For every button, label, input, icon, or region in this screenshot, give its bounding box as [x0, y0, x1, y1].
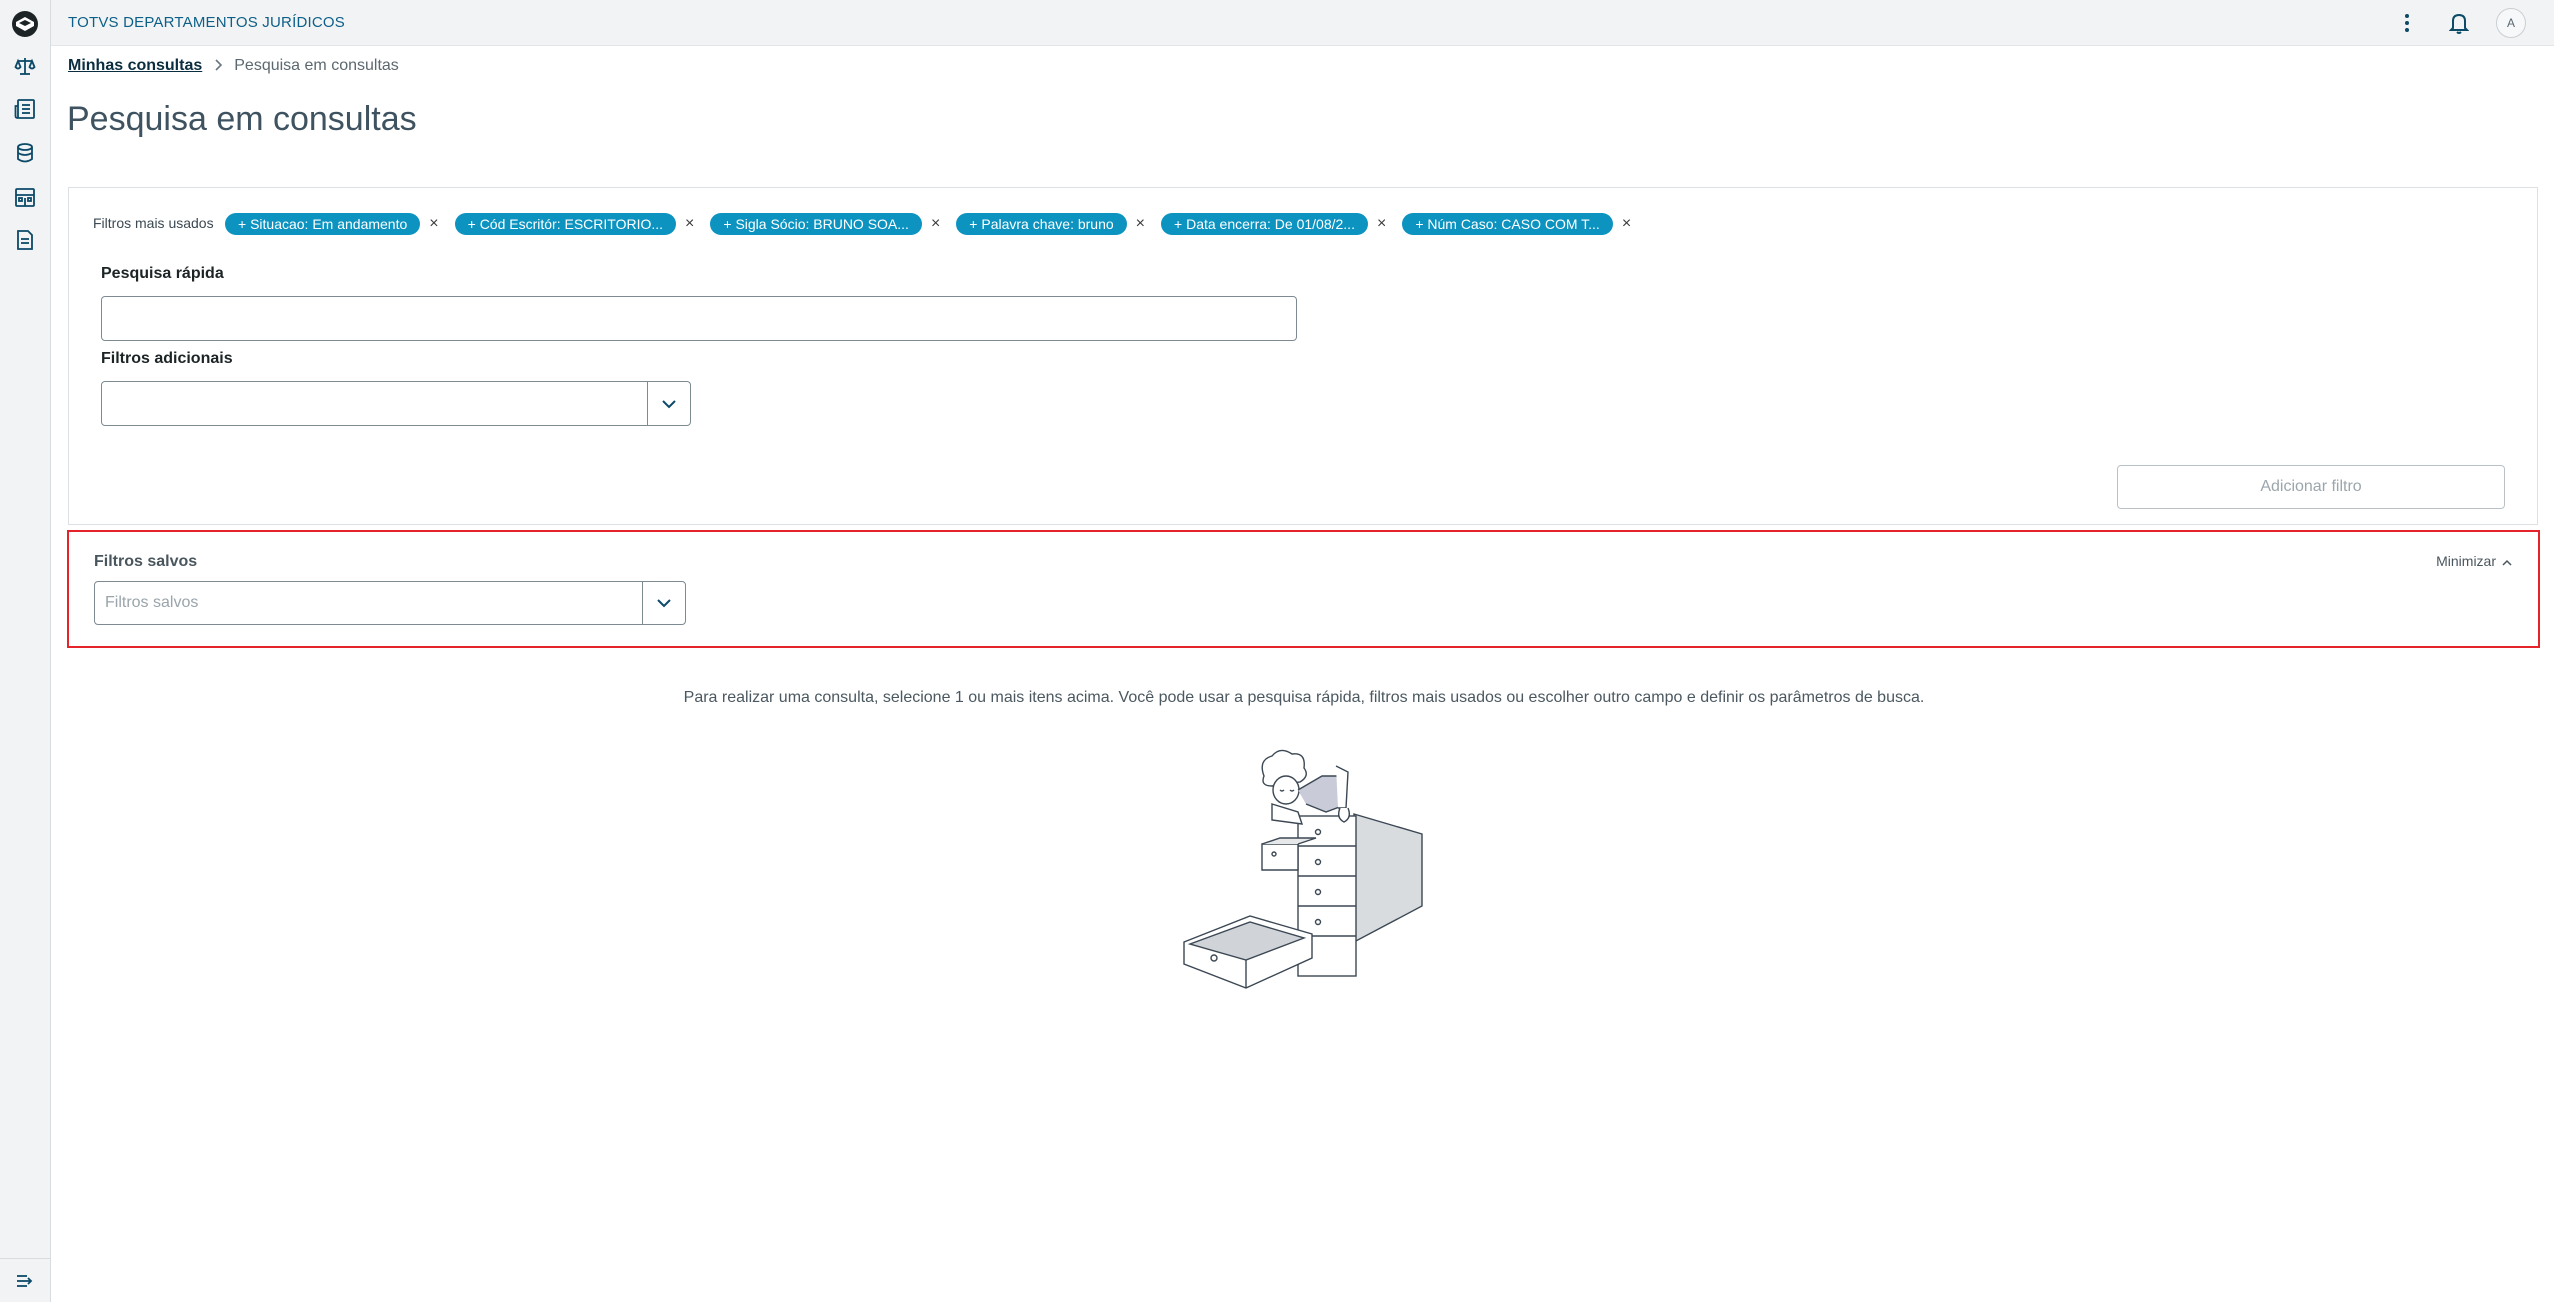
minimize-label: Minimizar: [2436, 553, 2496, 569]
minimize-button[interactable]: Minimizar: [2436, 553, 2512, 569]
saved-filters-placeholder: Filtros salvos: [105, 594, 199, 611]
topbar: TOTVS DEPARTAMENTOS JURÍDICOS A: [51, 0, 2554, 46]
breadcrumb-current: Pesquisa em consultas: [234, 57, 399, 74]
filter-chip[interactable]: + Data encerra: De 01/08/2...: [1161, 213, 1368, 235]
filter-chip[interactable]: + Palavra chave: bruno: [956, 213, 1127, 235]
filter-chip[interactable]: + Núm Caso: CASO COM T...: [1402, 213, 1613, 235]
filter-chip[interactable]: + Sigla Sócio: BRUNO SOA...: [710, 213, 922, 235]
empty-state-hint: Para realizar uma consulta, selecione 1 …: [683, 689, 1925, 706]
filter-panel: Filtros mais usados + Situacao: Em andam…: [68, 187, 2538, 525]
close-icon[interactable]: ×: [1622, 216, 1631, 232]
totvs-logo-icon[interactable]: [10, 9, 40, 39]
close-icon[interactable]: ×: [429, 216, 438, 232]
empty-drawer-illustration: [1176, 746, 1432, 996]
quick-search-input[interactable]: [101, 296, 1297, 341]
chevron-down-icon[interactable]: [647, 382, 690, 425]
topbar-actions: A: [2392, 8, 2526, 38]
add-filter-button[interactable]: Adicionar filtro: [2117, 465, 2505, 509]
bell-icon[interactable]: [2444, 8, 2474, 38]
building-icon[interactable]: [11, 183, 39, 211]
breadcrumb-link-minhas-consultas[interactable]: Minhas consultas: [68, 57, 202, 75]
most-used-filters-label: Filtros mais usados: [93, 215, 214, 231]
chevron-down-icon[interactable]: [642, 582, 685, 624]
close-icon[interactable]: ×: [1377, 216, 1386, 232]
filter-chips: + Situacao: Em andamento × + Cód Escritó…: [225, 213, 1647, 235]
filter-chip[interactable]: + Cód Escritór: ESCRITORIO...: [454, 213, 677, 235]
sidebar: [0, 0, 51, 1302]
breadcrumb: Minhas consultas Pesquisa em consultas: [68, 57, 399, 75]
filter-chip[interactable]: + Situacao: Em andamento: [225, 213, 421, 235]
additional-filters-value: [102, 382, 647, 425]
expand-menu-icon[interactable]: [0, 1258, 50, 1303]
saved-filters-select[interactable]: Filtros salvos: [94, 581, 686, 625]
saved-filters-section: Filtros salvos Minimizar Filtros salvos: [67, 530, 2540, 648]
database-icon[interactable]: [11, 139, 39, 167]
chevron-right-icon: [214, 58, 223, 74]
chevron-up-icon: [2502, 553, 2512, 569]
saved-filters-title: Filtros salvos: [94, 553, 198, 570]
document-icon[interactable]: [11, 226, 39, 254]
more-vertical-icon[interactable]: [2392, 8, 2422, 38]
newspaper-icon[interactable]: [11, 95, 39, 123]
quick-search-label: Pesquisa rápida: [101, 265, 224, 282]
close-icon[interactable]: ×: [685, 216, 694, 232]
additional-filters-select[interactable]: [101, 381, 691, 426]
app-title: TOTVS DEPARTAMENTOS JURÍDICOS: [68, 14, 345, 31]
page-title: Pesquisa em consultas: [67, 100, 417, 138]
close-icon[interactable]: ×: [1136, 216, 1145, 232]
additional-filters-label: Filtros adicionais: [101, 350, 233, 367]
scale-icon[interactable]: [11, 52, 39, 80]
close-icon[interactable]: ×: [931, 216, 940, 232]
avatar[interactable]: A: [2496, 8, 2526, 38]
